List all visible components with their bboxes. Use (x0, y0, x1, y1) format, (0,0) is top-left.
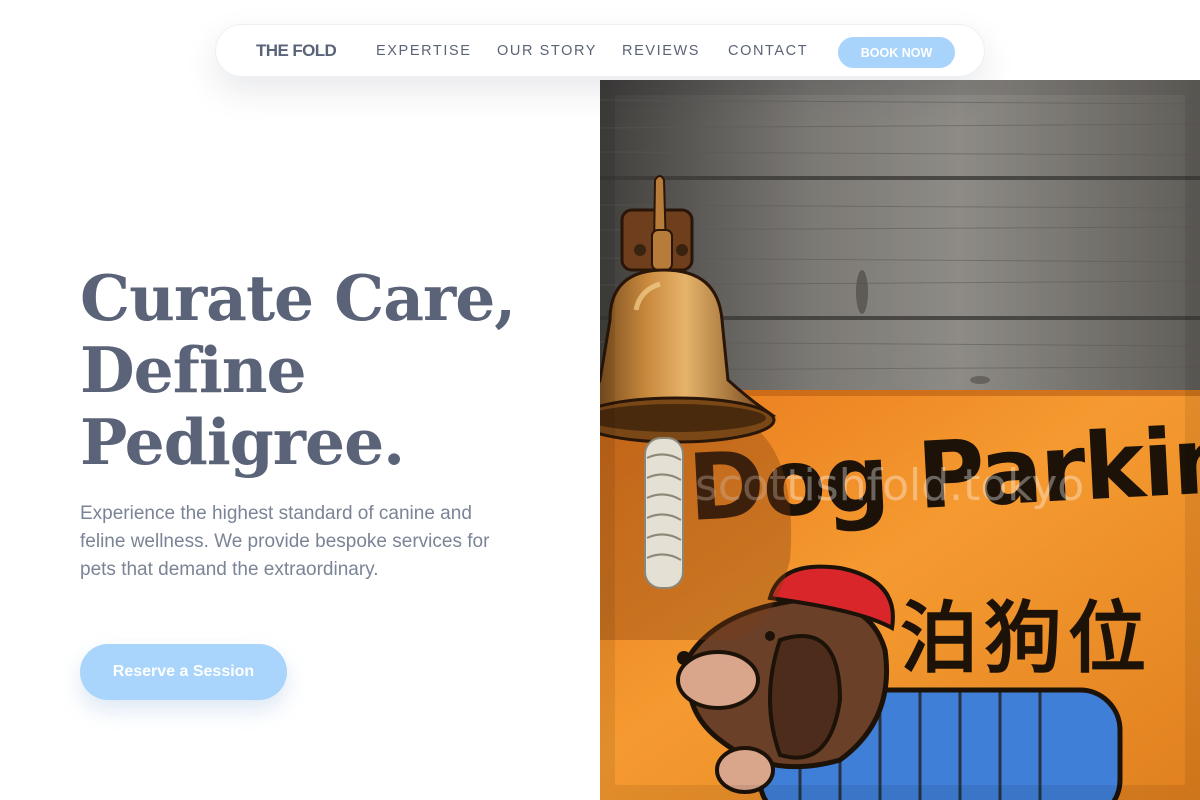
top-nav: THE FOLD EXPERTISE OUR STORY REVIEWS CON… (215, 24, 985, 77)
nav-link-our-story[interactable]: OUR STORY (497, 43, 597, 59)
hero-photo: Dog Parking 泊狗位 scottishfold.tokyo (600, 80, 1200, 800)
headline-line-3: Pedigree. (80, 405, 405, 479)
headline-line-2: Define (80, 333, 307, 407)
nav-link-expertise[interactable]: EXPERTISE (376, 43, 472, 59)
book-now-button[interactable]: BOOK NOW (838, 37, 955, 68)
hero-subtext: Experience the highest standard of canin… (80, 503, 490, 580)
hero-headline: Curate Care, Define Pedigree. (80, 262, 600, 478)
brand-logo[interactable]: THE FOLD (256, 41, 337, 61)
reserve-session-button[interactable]: Reserve a Session (80, 644, 287, 700)
headline-line-1: Curate Care, (80, 261, 516, 335)
nav-link-reviews[interactable]: REVIEWS (622, 43, 700, 59)
svg-text:泊狗位: 泊狗位 (900, 594, 1152, 684)
nav-link-contact[interactable]: CONTACT (728, 43, 808, 59)
